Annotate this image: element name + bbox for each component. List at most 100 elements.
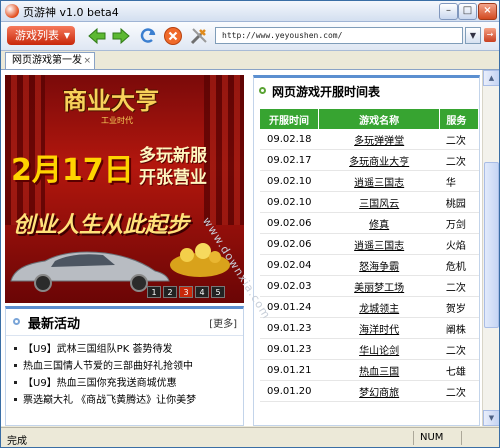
table-row: 09.02.10 三国风云 桃园 <box>260 191 479 213</box>
scroll-down-button[interactable]: ▼ <box>483 410 499 426</box>
go-button[interactable]: → <box>484 28 496 42</box>
server-cell: 二次 <box>439 338 479 360</box>
dropdown-arrow-icon: ▼ <box>63 31 70 40</box>
news-item[interactable]: 【U9】武林三国组队PK 荟势待发 <box>12 341 240 358</box>
server-cell: 桃园 <box>439 191 479 213</box>
bullet-icon <box>14 381 17 384</box>
slide-button[interactable]: 3 <box>179 286 193 298</box>
status-divider <box>413 431 414 445</box>
server-cell: 华 <box>439 170 479 192</box>
close-tab-icon[interactable]: × <box>83 53 91 69</box>
news-header: 最新活动 [更多] <box>6 309 243 336</box>
game-logo: 商业大亨 <box>63 86 159 115</box>
window-title: 页游神 v1.0 beta4 <box>23 6 119 19</box>
game-name-link[interactable]: 多玩弹弹堂 <box>318 129 440 150</box>
promo-banner[interactable]: 商业大亨 工业时代 2月17日 多玩新服 开张营业 创业人生从此起步 1 2 3… <box>5 75 244 303</box>
server-cell: 危机 <box>439 254 479 276</box>
date-cell: 09.02.10 <box>260 191 319 213</box>
status-bar: 完成 NUM <box>1 427 499 447</box>
back-arrow-icon[interactable] <box>87 26 107 46</box>
date-cell: 09.01.20 <box>260 380 319 402</box>
slide-button[interactable]: 1 <box>147 286 161 298</box>
server-cell: 万剑 <box>439 212 479 234</box>
news-more-link[interactable]: [更多] <box>209 315 237 330</box>
column-header: 游戏名称 <box>318 109 441 129</box>
minimize-button[interactable]: – <box>439 3 458 20</box>
status-divider <box>461 431 462 445</box>
table-row: 09.02.04 怒海争霸 危机 <box>260 254 479 276</box>
table-row: 09.01.23 华山论剑 二次 <box>260 338 479 360</box>
server-cell: 七雄 <box>439 359 479 381</box>
news-item[interactable]: 票选巅大礼 《商战飞黄腾达》让你美梦 <box>12 392 240 409</box>
news-item-text: 票选巅大礼 《商战飞黄腾达》让你美梦 <box>23 395 197 406</box>
title-bar: 页游神 v1.0 beta4 – □ × <box>1 1 499 22</box>
app-logo-icon <box>5 4 19 18</box>
table-row: 09.02.10 逍遥三国志华 <box>260 170 479 192</box>
game-name-link[interactable]: 美丽梦工场 <box>318 275 440 297</box>
stop-icon[interactable] <box>163 26 183 46</box>
news-item-text: 【U9】热血三国你充我送商城优惠 <box>23 378 177 389</box>
game-name-link[interactable]: 海洋时代 <box>318 317 440 339</box>
bullet-icon <box>14 364 17 367</box>
tab-bar: 网页游戏第一发 × <box>1 51 499 70</box>
circle-bullet-icon <box>259 87 266 94</box>
date-cell: 09.01.21 <box>260 359 319 381</box>
maximize-button[interactable]: □ <box>458 3 477 20</box>
column-header: 服务 <box>439 109 479 129</box>
game-name-link[interactable]: 逍遥三国志 <box>318 170 440 192</box>
scroll-up-button[interactable]: ▲ <box>483 70 499 86</box>
date-cell: 09.02.03 <box>260 275 319 297</box>
vertical-scrollbar[interactable]: ▲ ▼ <box>482 70 499 426</box>
game-name-link[interactable]: 热血三国 <box>318 359 440 381</box>
slide-button[interactable]: 5 <box>211 286 225 298</box>
promo-line-2: 开张营业 <box>139 168 207 188</box>
game-name-link[interactable]: 逍遥三国志 <box>318 233 440 255</box>
date-cell: 09.02.06 <box>260 233 319 255</box>
news-item[interactable]: 热血三国情人节爱的三部曲好礼抢领中 <box>12 358 240 375</box>
server-cell: 二次 <box>439 380 479 402</box>
news-panel: 最新活动 [更多] 【U9】武林三国组队PK 荟势待发 热血三国情人节爱的三部曲… <box>5 306 244 426</box>
tools-icon[interactable] <box>189 26 209 46</box>
address-bar[interactable]: http://www.yeyoushen.com/ <box>215 27 463 44</box>
table-row: 09.01.21 热血三国 七雄 <box>260 359 479 381</box>
date-cell: 09.02.06 <box>260 212 319 234</box>
column-header: 开服时间 <box>260 109 319 129</box>
date-cell: 09.01.23 <box>260 338 319 360</box>
close-button[interactable]: × <box>478 3 497 20</box>
server-schedule-panel: 网页游戏开服时间表 开服时间 游戏名称 服务 09.02.18 多玩弹弹堂 二次 09… <box>253 75 480 426</box>
promo-date: 2月17日 <box>11 153 134 188</box>
address-dropdown-button[interactable]: ▼ <box>465 27 481 44</box>
game-name-link[interactable]: 梦幻商旅 <box>318 380 440 402</box>
table-row: 09.02.03 美丽梦工场 二次 <box>260 275 479 297</box>
slide-button[interactable]: 2 <box>163 286 177 298</box>
game-name-link[interactable]: 龙城领主 <box>318 296 440 318</box>
curtain-right <box>204 75 244 225</box>
news-item-text: 【U9】武林三国组队PK 荟势待发 <box>23 344 173 355</box>
table-row: 09.01.20 梦幻商旅 二次 <box>260 380 479 402</box>
promo-text: 多玩新服 开张营业 <box>139 145 207 189</box>
game-name-link[interactable]: 多玩商业大亨 <box>318 149 440 171</box>
scroll-thumb[interactable] <box>484 162 499 328</box>
game-name-link[interactable]: 三国风云 <box>318 191 440 213</box>
tab-home[interactable]: 网页游戏第一发 × <box>5 52 95 69</box>
page-content: 商业大亨 工业时代 2月17日 多玩新服 开张营业 创业人生从此起步 1 2 3… <box>1 70 499 426</box>
promo-line-1: 多玩新服 <box>139 146 207 166</box>
toolbar: 游戏列表 ▼ http://www.yeyoushen.com/ ▼ → <box>1 22 499 51</box>
news-item[interactable]: 【U9】热血三国你充我送商城优惠 <box>12 375 240 392</box>
forward-arrow-icon[interactable] <box>111 26 131 46</box>
tab-label: 网页游戏第一发 <box>12 55 82 66</box>
refresh-icon[interactable] <box>138 26 158 46</box>
news-item-text: 热血三国情人节爱的三部曲好礼抢领中 <box>23 361 193 372</box>
game-name-link[interactable]: 华山论剑 <box>318 338 440 360</box>
server-cell: 二次 <box>439 275 479 297</box>
table-header-row: 开服时间 游戏名称 服务 <box>260 109 479 129</box>
date-cell: 09.02.18 <box>260 129 319 150</box>
game-list-button[interactable]: 游戏列表 ▼ <box>7 26 75 45</box>
app-window: 页游神 v1.0 beta4 – □ × 游戏列表 ▼ http://www.y… <box>0 0 500 448</box>
game-name-link[interactable]: 怒海争霸 <box>318 254 440 276</box>
server-cell: 阐株 <box>439 317 479 339</box>
server-cell: 二次 <box>439 129 479 150</box>
slide-button[interactable]: 4 <box>195 286 209 298</box>
game-name-link[interactable]: 修真 <box>318 212 440 234</box>
table-row: 09.01.24 龙城领主 贺岁 <box>260 296 479 318</box>
